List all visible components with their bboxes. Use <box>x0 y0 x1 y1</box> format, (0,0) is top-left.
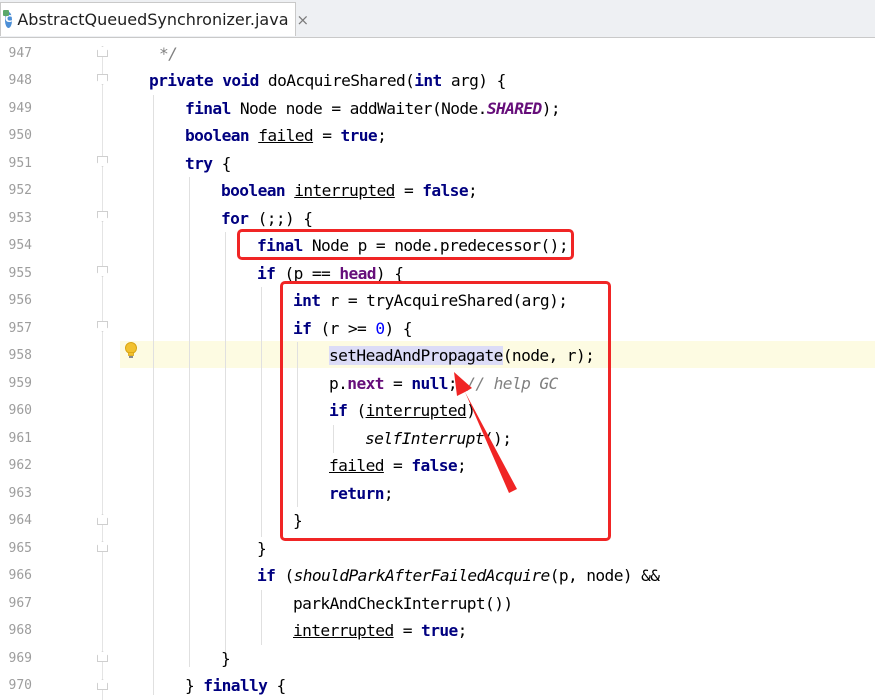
code-text: ( <box>275 566 294 585</box>
code-line-969: } <box>221 649 231 668</box>
close-icon[interactable]: × <box>297 11 310 29</box>
code-text: ; <box>457 621 468 640</box>
java-class-icon: C <box>2 9 13 28</box>
code-line-951: try { <box>185 155 231 173</box>
tab-title: AbstractQueuedSynchronizer.java <box>17 10 289 29</box>
line-number: 965 <box>8 541 32 556</box>
line-number: 966 <box>8 568 32 583</box>
line-number: 948 <box>8 73 32 88</box>
static-field: SHARED <box>486 99 542 118</box>
line-number: 947 <box>8 46 32 61</box>
indent-guide <box>261 287 262 537</box>
annotation-box-acquire-block <box>280 281 611 541</box>
editor-tab-bar: C AbstractQueuedSynchronizer.java × <box>0 0 875 38</box>
code-line-967: parkAndCheckInterrupt()) <box>293 594 513 613</box>
line-number: 970 <box>8 678 32 693</box>
keyword: true <box>421 621 458 640</box>
line-number: 956 <box>8 293 32 308</box>
code-text: ); <box>541 99 561 118</box>
keyword: boolean <box>185 126 250 145</box>
code-line-949: final Node node = addWaiter(Node.SHARED)… <box>185 99 561 118</box>
keyword: if <box>257 264 276 283</box>
code-line-968: interrupted = true; <box>293 622 467 640</box>
code-line-947: */ <box>159 44 178 63</box>
indent-guide <box>189 177 190 667</box>
code-text: (p, node) && <box>549 566 660 585</box>
code-text: { <box>212 154 232 173</box>
code-line-970: } finally { <box>185 677 286 695</box>
line-number: 958 <box>8 348 32 363</box>
code-text: ; <box>377 126 387 145</box>
variable: interrupted <box>294 181 395 200</box>
line-number: 960 <box>8 403 32 418</box>
keyword: final <box>185 99 231 118</box>
keyword: void <box>222 71 259 90</box>
tab-abstract-queued-synchronizer[interactable]: C AbstractQueuedSynchronizer.java × <box>0 2 309 36</box>
line-number: 967 <box>8 596 32 611</box>
code-text: ; <box>467 181 478 200</box>
code-line-950: boolean failed = true; <box>185 126 387 145</box>
keyword: for <box>221 209 249 228</box>
line-number: 952 <box>8 183 32 198</box>
indent-guide <box>225 232 226 652</box>
code-text: Node node = addWaiter(Node. <box>230 99 488 118</box>
lightbulb-icon[interactable] <box>124 342 138 360</box>
code-text: = <box>393 621 422 640</box>
line-number: 954 <box>8 238 32 253</box>
indent-guide <box>261 590 262 645</box>
keyword: private <box>149 71 214 90</box>
variable: interrupted <box>293 621 394 640</box>
indent-guide <box>153 95 154 695</box>
code-text: arg) { <box>441 71 506 90</box>
line-number: 957 <box>8 321 32 336</box>
code-text: = <box>394 181 423 200</box>
code-line-953: for (;;) { <box>221 209 313 228</box>
line-number: 955 <box>8 266 32 281</box>
line-number: 969 <box>8 651 32 666</box>
line-number: 968 <box>8 623 32 638</box>
line-number: 959 <box>8 376 32 391</box>
keyword: finally <box>203 676 268 695</box>
code-line-966: if (shouldParkAfterFailedAcquire(p, node… <box>257 566 660 585</box>
code-line-952: boolean interrupted = false; <box>221 181 478 200</box>
keyword: true <box>340 126 378 145</box>
variable: failed <box>258 126 314 145</box>
line-number: 962 <box>8 458 32 473</box>
line-number: 950 <box>8 128 32 143</box>
fold-guide-line <box>102 48 103 700</box>
code-text: } <box>185 676 204 695</box>
static-method-call: shouldParkAfterFailedAcquire <box>293 566 551 585</box>
code-line-948: private void doAcquireShared(int arg) { <box>149 72 506 90</box>
line-number: 951 <box>8 156 32 171</box>
line-number: 961 <box>8 431 32 446</box>
code-text: doAcquireShared( <box>258 71 415 90</box>
code-line-965: } <box>257 539 267 558</box>
code-text: = <box>313 126 341 145</box>
line-number: 953 <box>8 211 32 226</box>
code-text: (;;) { <box>248 209 313 228</box>
line-number: 949 <box>8 101 32 116</box>
keyword: if <box>257 566 276 585</box>
line-number: 963 <box>8 486 32 501</box>
keyword: false <box>422 181 468 200</box>
code-comment: */ <box>159 44 178 63</box>
annotation-box-predecessor <box>237 229 574 260</box>
line-number: 964 <box>8 513 32 528</box>
keyword: try <box>185 154 213 173</box>
keyword: int <box>414 71 442 90</box>
code-text: { <box>267 676 286 695</box>
keyword: boolean <box>221 181 286 200</box>
